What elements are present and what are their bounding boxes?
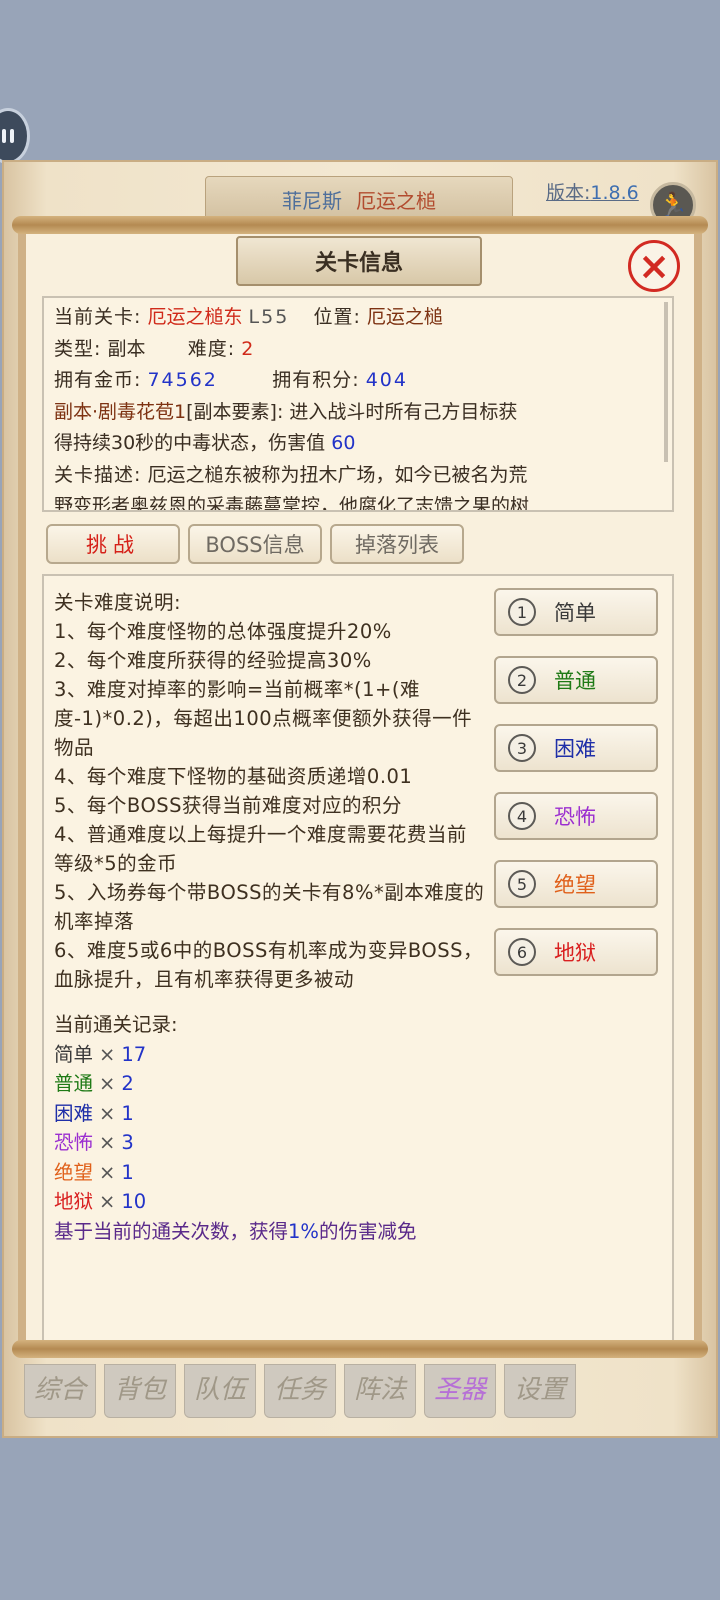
note-line: 6、难度5或6中的BOSS有机率成为变异BOSS，血脉提升，且有机率获得更多被动 xyxy=(54,939,483,991)
nav-quest[interactable]: 任务 xyxy=(264,1364,336,1418)
difficulty-label: 简单 xyxy=(554,601,596,625)
difficulty-label: 绝望 xyxy=(554,873,596,897)
element-line-2: 得持续30秒的中毒状态，伤害值 60 xyxy=(54,432,356,454)
nav-settings[interactable]: 设置 xyxy=(504,1364,576,1418)
player-name: 菲尼斯 xyxy=(282,188,342,213)
version-link[interactable]: 版本:1.8.6 xyxy=(546,178,639,205)
pause-icon xyxy=(2,129,6,143)
difficulty-label: 恐怖 xyxy=(554,805,596,829)
panel-title: 关卡信息 xyxy=(236,236,482,286)
note-line: 5、入场券每个带BOSS的关卡有8%*副本难度的机率掉落 xyxy=(54,881,485,933)
info-scrollbar[interactable] xyxy=(664,302,668,462)
nav-overview[interactable]: 综合 xyxy=(24,1364,96,1418)
number-4-icon: 4 xyxy=(508,802,536,830)
element-damage: 60 xyxy=(331,432,356,454)
nav-bag[interactable]: 背包 xyxy=(104,1364,176,1418)
tab-row: 挑战 BOSS信息 掉落列表 xyxy=(46,524,464,564)
points-value: 404 xyxy=(365,369,408,391)
difficulty-selector: 1 简单 2 普通 3 困难 4 恐怖 5 绝望 6 地狱 xyxy=(494,588,658,996)
difficulty-normal-button[interactable]: 2 普通 xyxy=(494,656,658,704)
stage-level: L55 xyxy=(248,306,290,328)
difficulty-hell-button[interactable]: 6 地狱 xyxy=(494,928,658,976)
running-man-icon: 🏃 xyxy=(658,191,688,219)
record-row: 恐怖 × 3 xyxy=(54,1131,134,1154)
difficulty-despair-button[interactable]: 5 绝望 xyxy=(494,860,658,908)
records-title: 当前通关记录: xyxy=(54,1013,178,1036)
stage-info-box[interactable]: 当前关卡: 厄运之槌东 L55 位置: 厄运之槌 类型: 副本 难度: 2 拥有… xyxy=(42,296,674,512)
note-line: 3、难度对掉率的影响=当前概率*(1+(难度-1)*0.2)，每超出100点概率… xyxy=(54,678,473,759)
number-5-icon: 5 xyxy=(508,870,536,898)
stage-line: 当前关卡: 厄运之槌东 L55 位置: 厄运之槌 xyxy=(54,306,443,328)
difficulty-terror-button[interactable]: 4 恐怖 xyxy=(494,792,658,840)
currency-line: 拥有金币: 74562 拥有积分: 404 xyxy=(54,369,408,391)
stage-name: 厄运之槌东 xyxy=(147,306,243,328)
number-3-icon: 3 xyxy=(508,734,536,762)
number-2-icon: 2 xyxy=(508,666,536,694)
stage-position: 厄运之槌 xyxy=(366,306,443,328)
scroll-rod-bottom xyxy=(12,1340,708,1358)
tab-drop-list[interactable]: 掉落列表 xyxy=(330,524,464,564)
difficulty-notes: 关卡难度说明: 1、每个难度怪物的总体强度提升20% 2、每个难度所获得的经验提… xyxy=(54,588,486,994)
number-1-icon: 1 xyxy=(508,598,536,626)
record-row: 地狱 × 10 xyxy=(54,1190,147,1213)
damage-reduction-note: 基于当前的通关次数，获得1%的伤害减免 xyxy=(54,1219,417,1243)
location-name: 厄运之槌 xyxy=(356,188,436,213)
difficulty-value: 2 xyxy=(241,337,254,360)
nav-artifact[interactable]: 圣器 xyxy=(424,1364,496,1418)
record-row: 普通 × 2 xyxy=(54,1072,134,1095)
note-line: 1、每个难度怪物的总体强度提升20% xyxy=(54,620,392,643)
note-line: 5、每个BOSS获得当前难度对应的积分 xyxy=(54,794,403,817)
record-row: 困难 × 1 xyxy=(54,1101,134,1125)
difficulty-label: 地狱 xyxy=(554,941,596,965)
record-row: 绝望 × 1 xyxy=(54,1160,134,1184)
nav-team[interactable]: 队伍 xyxy=(184,1364,256,1418)
note-line: 4、普通难度以上每提升一个难度需要花费当前等级*5的金币 xyxy=(54,823,467,875)
difficulty-label: 困难 xyxy=(554,737,596,761)
number-6-icon: 6 xyxy=(508,938,536,966)
desc-line: 关卡描述: 厄运之槌东被称为扭木广场，如今已被名为荒 xyxy=(54,463,528,486)
desc-line-2: 野变形者奥兹恩的采毒藤蔓掌控，他腐化了志馈之果的树 xyxy=(54,495,530,512)
nav-formation[interactable]: 阵法 xyxy=(344,1364,416,1418)
record-row: 简单 × 17 xyxy=(54,1042,147,1066)
scroll-rod-top xyxy=(12,216,708,234)
difficulty-hard-button[interactable]: 3 困难 xyxy=(494,724,658,772)
close-button[interactable]: × xyxy=(628,240,680,292)
element-line: 副本·剧毒花苞1[副本要素]: 进入战斗时所有己方目标获 xyxy=(54,400,518,423)
gold-value: 74562 xyxy=(147,369,218,391)
bottom-nav: 综合 背包 队伍 任务 阵法 圣器 设置 xyxy=(24,1364,576,1418)
pause-button[interactable] xyxy=(0,108,30,164)
notes-title: 关卡难度说明: xyxy=(54,591,182,614)
tab-boss-info[interactable]: BOSS信息 xyxy=(188,524,322,564)
note-line: 2、每个难度所获得的经验提高30% xyxy=(54,649,372,672)
tab-challenge[interactable]: 挑战 xyxy=(46,524,180,564)
difficulty-label: 普通 xyxy=(554,669,596,693)
element-name: 副本·剧毒花苞1 xyxy=(54,400,187,423)
close-icon: × xyxy=(638,244,670,288)
clear-records: 当前通关记录: 简单 × 17 普通 × 2 困难 × 1 恐怖 × 3 绝望 × 1 地狱 × 10 … xyxy=(54,1010,416,1246)
type-line: 类型: 副本 难度: 2 xyxy=(54,337,254,360)
difficulty-easy-button[interactable]: 1 简单 xyxy=(494,588,658,636)
note-line: 4、每个难度下怪物的基础资质递增0.01 xyxy=(54,765,413,788)
